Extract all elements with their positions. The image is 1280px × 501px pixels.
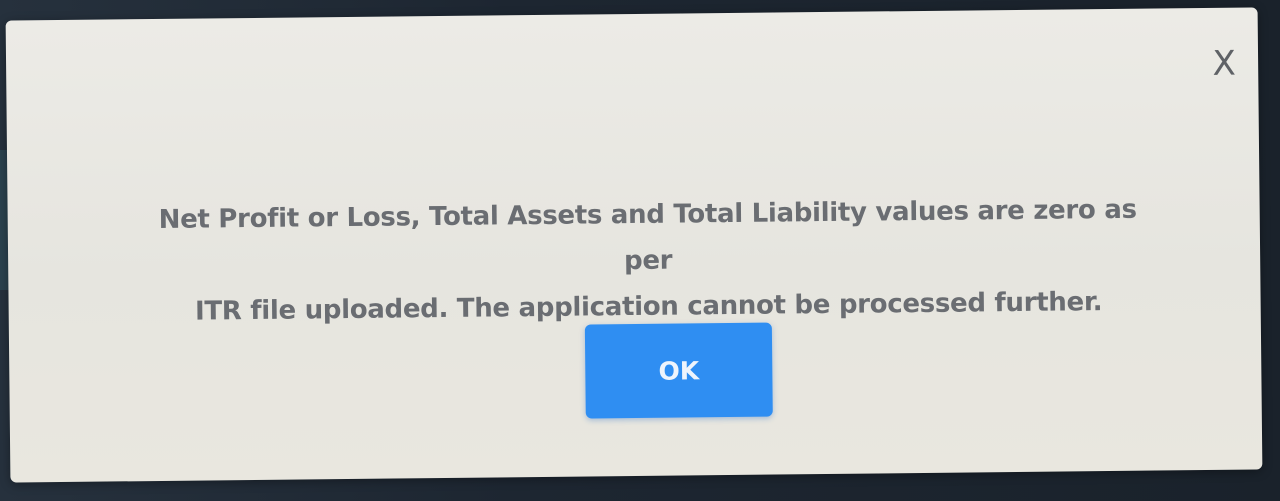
alert-dialog: X Net Profit or Loss, Total Assets and T…	[5, 7, 1263, 483]
ok-button[interactable]: OK	[584, 322, 773, 419]
dialog-message-line-1: Net Profit or Loss, Total Assets and Tot…	[158, 194, 1137, 277]
dialog-message: Net Profit or Loss, Total Assets and Tot…	[137, 187, 1158, 336]
close-icon[interactable]: X	[1208, 44, 1240, 84]
